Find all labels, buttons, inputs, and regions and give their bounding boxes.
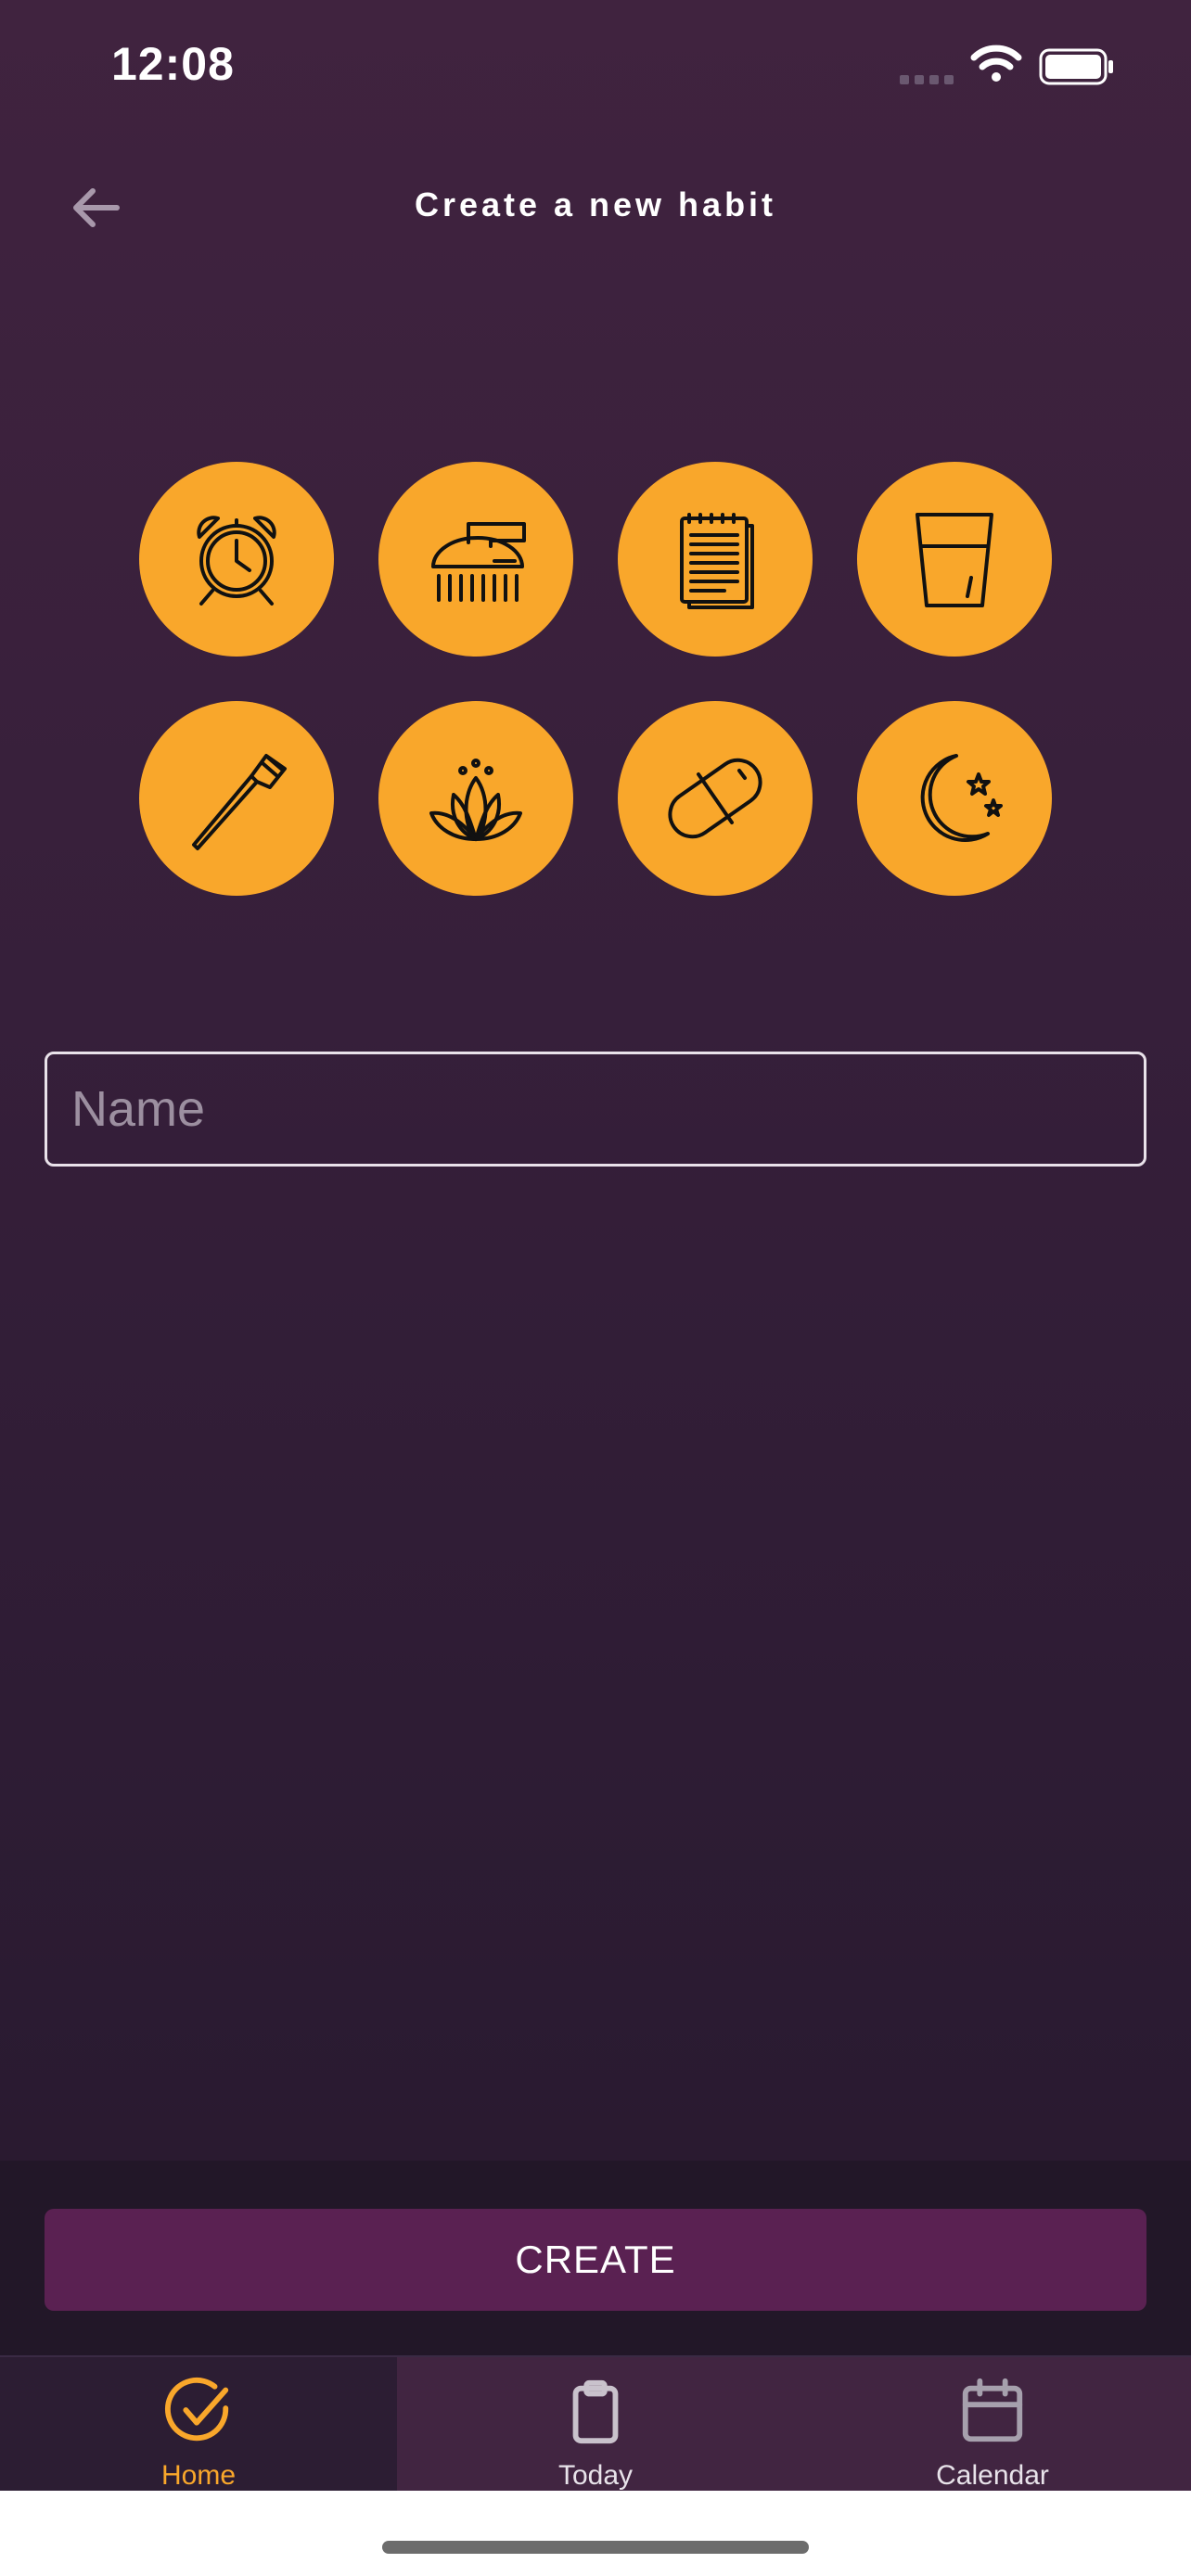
tab-bar: Home Today Calendar (0, 2355, 1191, 2491)
name-input[interactable] (45, 1052, 1146, 1167)
habit-icon-alarm-clock[interactable] (139, 462, 334, 657)
habit-icon-notepad[interactable] (618, 462, 813, 657)
moon-stars-icon (920, 754, 1003, 842)
tab-home[interactable]: Home (0, 2357, 397, 2491)
pill-icon (668, 758, 762, 839)
habit-icon-shower[interactable] (378, 462, 573, 657)
create-button[interactable]: CREATE (45, 2209, 1146, 2311)
battery-icon (1039, 48, 1115, 90)
habit-icon-pill[interactable] (618, 701, 813, 896)
screen: 12:08 Create a new habit Name CREATE Hom… (0, 0, 1191, 2491)
notepad-icon (680, 513, 754, 609)
toothbrush-icon (192, 754, 287, 850)
wifi-icon (970, 43, 1022, 88)
water-glass-icon (916, 513, 993, 607)
tab-today-label: Today (557, 2460, 634, 2491)
calendar-icon (956, 2376, 1029, 2453)
habit-icon-moon-stars[interactable] (857, 701, 1052, 896)
check-circle-icon (162, 2376, 235, 2453)
page-title: Create a new habit (414, 185, 777, 223)
create-button-area: CREATE (0, 2161, 1191, 2355)
shower-icon (431, 522, 526, 602)
habit-icon-water-glass[interactable] (857, 462, 1052, 657)
habit-icon-lotus[interactable] (378, 701, 573, 896)
tab-home-label: Home (160, 2460, 237, 2491)
tab-today[interactable]: Today (397, 2357, 794, 2491)
home-indicator (382, 2541, 809, 2554)
alarm-clock-icon (197, 516, 276, 606)
tab-calendar-label: Calendar (936, 2460, 1049, 2491)
clipboard-icon (559, 2376, 632, 2453)
status-time: 12:08 (111, 38, 235, 90)
habit-icon-toothbrush[interactable] (139, 701, 334, 896)
tab-calendar[interactable]: Calendar (794, 2357, 1191, 2491)
cellular-signal-icon (900, 72, 959, 89)
lotus-icon (429, 759, 522, 841)
